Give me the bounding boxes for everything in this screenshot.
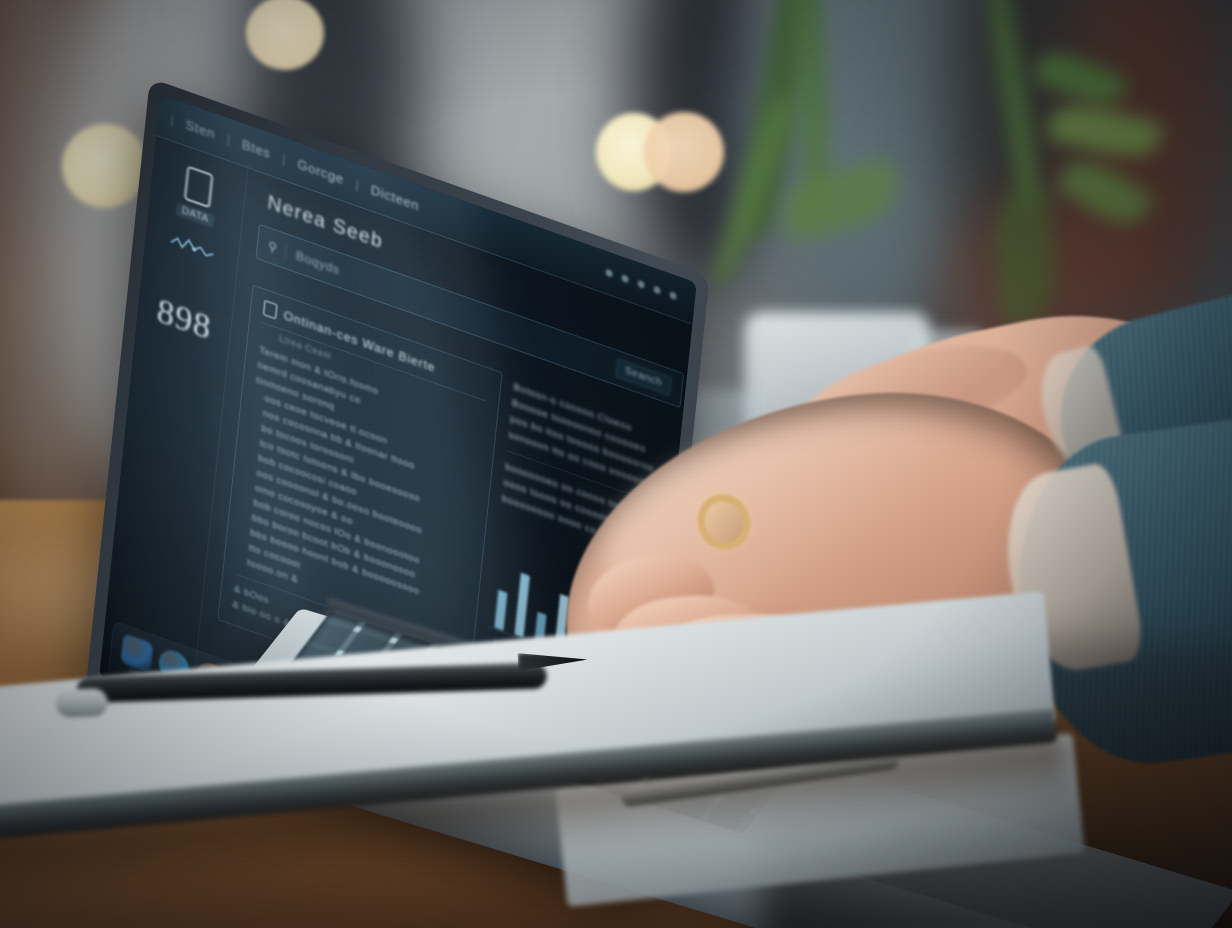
checkbox-icon[interactable] bbox=[262, 299, 278, 320]
search-button[interactable]: Seanch bbox=[615, 357, 672, 397]
window-dot[interactable] bbox=[621, 274, 629, 284]
document-icon bbox=[183, 165, 213, 209]
menu-item-2[interactable]: Btes bbox=[229, 132, 283, 165]
window-dot[interactable] bbox=[669, 290, 677, 301]
search-icon: ⚲ bbox=[267, 238, 278, 256]
chart-bar bbox=[514, 572, 530, 638]
sidebar-metric: 898 bbox=[155, 291, 214, 348]
app-store-icon[interactable] bbox=[120, 633, 154, 674]
window-dot[interactable] bbox=[653, 285, 661, 295]
window-dot[interactable] bbox=[605, 268, 613, 278]
sidebar-item-data[interactable]: DATA bbox=[149, 154, 245, 238]
window-dot[interactable] bbox=[637, 279, 645, 290]
chart-bar bbox=[494, 589, 508, 631]
menu-item-1[interactable]: Sten bbox=[173, 112, 228, 146]
pen-cap bbox=[55, 688, 109, 718]
sparkline-icon bbox=[169, 236, 214, 257]
screenshot-scene: | Sten | Btes | Gorcge | Dicteen DATA 89… bbox=[0, 0, 1232, 928]
